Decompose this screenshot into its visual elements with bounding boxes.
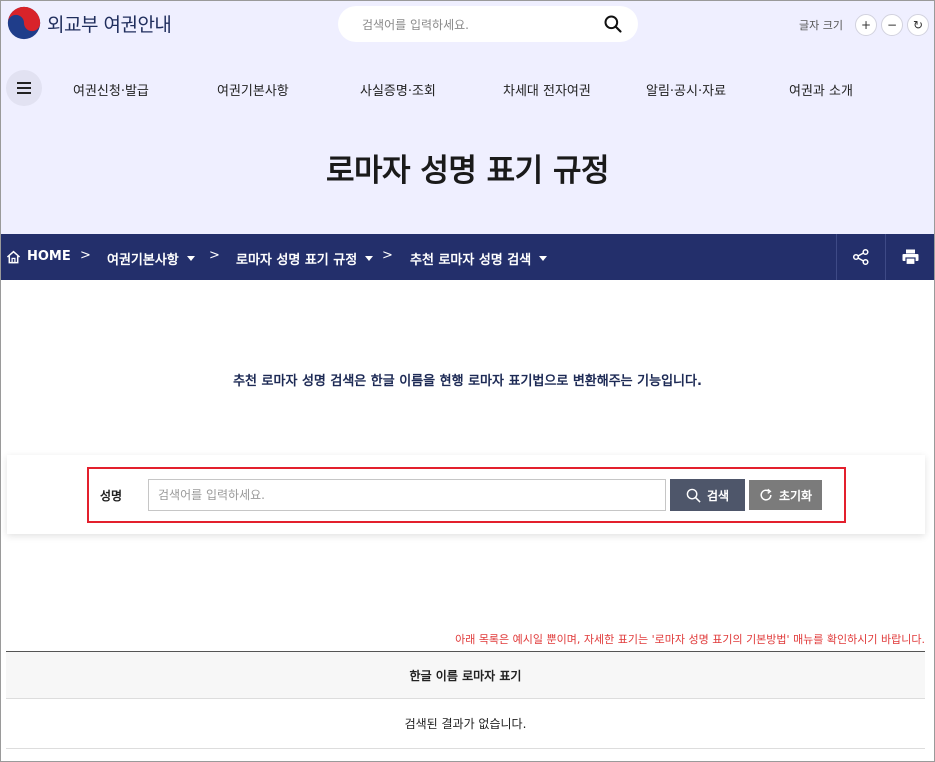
result-table: 한글 이름 로마자 표기 검색된 결과가 없습니다. — [6, 651, 925, 749]
font-increase-button[interactable]: + — [854, 14, 877, 36]
breadcrumb-home-label: HOME — [27, 249, 71, 264]
search-icon[interactable] — [603, 14, 623, 34]
name-input[interactable] — [148, 479, 666, 511]
gnb-item-about[interactable]: 여권과 소개 — [789, 80, 853, 99]
font-size-control: 글자 크기 + − ↻ — [799, 14, 929, 36]
search-button-label: 검색 — [706, 488, 730, 503]
breadcrumb: HOME > 여권기본사항 > 로마자 성명 표기 규정 > 추천 로마자 성명… — [0, 234, 935, 280]
gnb-item-basics[interactable]: 여권기본사항 — [217, 80, 289, 99]
intro-text: 추천 로마자 성명 검색은 한글 이름을 현행 로마자 표기법으로 변환해주는 … — [233, 374, 702, 389]
print-icon — [902, 249, 919, 265]
taegeuk-emblem-icon — [7, 6, 41, 40]
breadcrumb-separator: > — [209, 248, 220, 263]
breadcrumb-item-romanization[interactable]: 로마자 성명 표기 규정 — [236, 249, 374, 268]
breadcrumb-item-recommended-search[interactable]: 추천 로마자 성명 검색 — [410, 249, 548, 268]
caret-down-icon — [186, 256, 195, 261]
all-menu-button[interactable] — [6, 70, 42, 106]
home-icon — [6, 250, 21, 263]
name-label: 성명 — [100, 489, 123, 503]
breadcrumb-item-basics[interactable]: 여권기본사항 — [107, 249, 195, 268]
font-size-label: 글자 크기 — [799, 19, 843, 32]
gnb-item-notice[interactable]: 알림·공시·자료 — [646, 80, 726, 99]
logo-text: 외교부 여권안내 — [47, 13, 172, 36]
gnb-item-apply[interactable]: 여권신청·발급 — [73, 80, 149, 99]
gnb-item-certificate[interactable]: 사실증명·조회 — [360, 80, 436, 99]
breadcrumb-separator: > — [80, 248, 91, 263]
table-empty-row: 검색된 결과가 없습니다. — [6, 699, 925, 749]
font-reset-button[interactable]: ↻ — [906, 14, 929, 36]
search-icon — [686, 488, 701, 503]
reset-button[interactable]: 초기화 — [748, 479, 823, 511]
gnb-item-e-passport[interactable]: 차세대 전자여권 — [503, 80, 591, 99]
hamburger-icon — [17, 82, 31, 94]
print-button[interactable] — [885, 234, 935, 280]
breadcrumb-home[interactable]: HOME — [6, 249, 71, 264]
breadcrumb-item-label: 여권기본사항 — [107, 253, 179, 268]
site-header: 외교부 여권안내 검색어를 입력하세요. 글자 크기 + − ↻ 여권신청·발급… — [0, 0, 935, 234]
breadcrumb-item-label: 추천 로마자 성명 검색 — [410, 253, 532, 268]
refresh-icon — [760, 488, 772, 501]
caret-down-icon — [539, 256, 548, 261]
share-button[interactable] — [836, 234, 885, 280]
share-icon — [852, 248, 869, 266]
search-button[interactable]: 검색 — [670, 479, 745, 511]
notice-text: 아래 목록은 예시일 뿐이며, 자세한 표기는 '로마자 성명 표기의 기본방법… — [455, 633, 925, 646]
caret-down-icon — [365, 256, 374, 261]
global-search[interactable]: 검색어를 입력하세요. — [338, 6, 638, 42]
site-logo[interactable]: 외교부 여권안내 — [7, 6, 172, 40]
table-header: 한글 이름 로마자 표기 — [6, 651, 925, 699]
font-decrease-button[interactable]: − — [880, 14, 903, 36]
global-search-input[interactable]: 검색어를 입력하세요. — [362, 16, 603, 33]
breadcrumb-item-label: 로마자 성명 표기 규정 — [236, 253, 358, 268]
page-title: 로마자 성명 표기 규정 — [325, 153, 610, 189]
reset-button-label: 초기화 — [778, 488, 813, 503]
breadcrumb-separator: > — [382, 248, 393, 263]
